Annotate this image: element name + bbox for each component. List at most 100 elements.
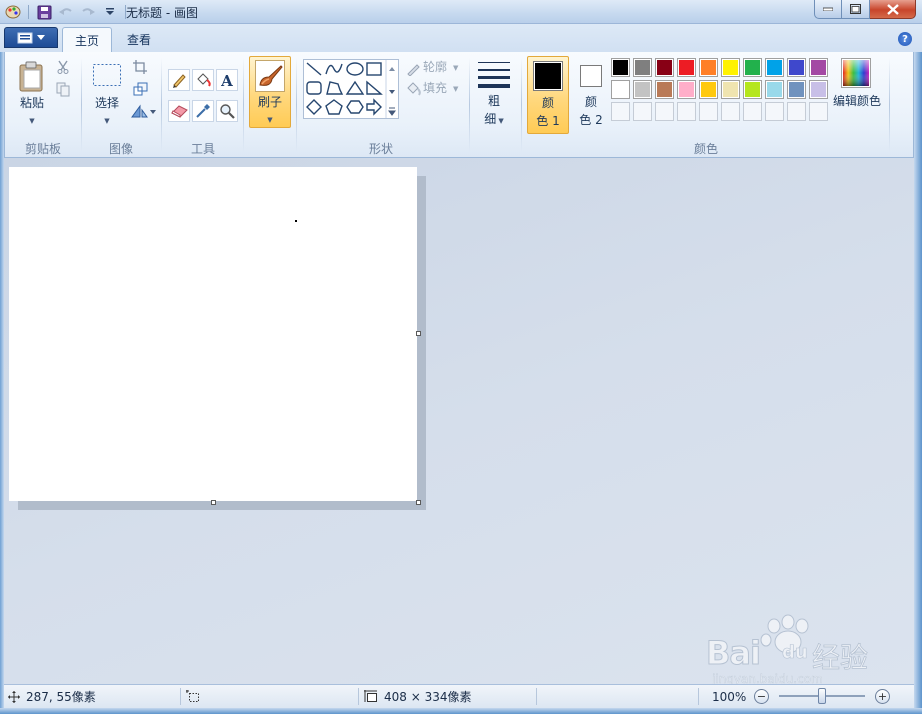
paste-dropdown-arrow[interactable]: ▼ — [15, 113, 49, 130]
palette-swatch-empty[interactable] — [611, 102, 630, 121]
zoom-in-button[interactable]: + — [875, 689, 890, 704]
palette-swatch[interactable] — [765, 80, 784, 99]
text-tool-icon[interactable]: A — [216, 69, 238, 91]
palette-swatch-empty[interactable] — [633, 102, 652, 121]
palette-swatch[interactable] — [721, 58, 740, 77]
paint-menu-icon — [17, 32, 33, 43]
outline-icon[interactable] — [405, 61, 421, 77]
color2-button[interactable]: 颜 色 2 — [571, 56, 613, 134]
svg-text:A: A — [220, 72, 233, 88]
paste-icon[interactable] — [17, 60, 47, 94]
select-button-label[interactable]: 选择 — [89, 95, 125, 112]
palette-swatch[interactable] — [655, 58, 674, 77]
eraser-icon[interactable] — [168, 100, 190, 122]
palette-swatch-empty[interactable] — [743, 102, 762, 121]
fill-button-label[interactable]: 填充 — [423, 80, 447, 97]
rotate-icon[interactable] — [129, 102, 157, 119]
ribbon-home-panel: 粘贴 ▼ 剪贴板 选择 ▼ 图像 A 工具 刷子 ▼ 轮廓 ▼ 填充 ▼ 形状 … — [4, 52, 914, 158]
edit-colors-icon[interactable] — [841, 58, 871, 88]
diamond-shape-icon — [306, 99, 322, 115]
palette-swatch[interactable] — [633, 58, 652, 77]
outline-button-label[interactable]: 轮廓 — [423, 59, 447, 76]
palette-swatch[interactable] — [743, 58, 762, 77]
palette-swatch-empty[interactable] — [809, 102, 828, 121]
tab-home[interactable]: 主页 — [62, 27, 113, 52]
drawing-canvas[interactable] — [9, 167, 417, 501]
fill-bucket-icon[interactable] — [192, 69, 214, 91]
select-dropdown-arrow[interactable]: ▼ — [89, 113, 125, 130]
palette-swatch-empty[interactable] — [655, 102, 674, 121]
copy-icon[interactable] — [55, 81, 71, 97]
palette-swatch[interactable] — [787, 58, 806, 77]
color1-swatch-fill — [535, 63, 561, 89]
crop-icon[interactable] — [131, 58, 149, 75]
resize-icon[interactable] — [131, 80, 149, 97]
palette-swatch[interactable] — [655, 80, 674, 99]
palette-swatch[interactable] — [699, 58, 718, 77]
palette-swatch[interactable] — [633, 80, 652, 99]
zoom-out-button[interactable]: − — [754, 689, 769, 704]
close-button[interactable] — [870, 0, 916, 19]
select-icon[interactable] — [91, 62, 123, 88]
fill-dropdown-arrow[interactable]: ▼ — [453, 81, 458, 98]
redo-icon[interactable] — [79, 3, 97, 21]
help-icon[interactable]: ? — [898, 32, 912, 46]
minimize-button[interactable] — [814, 0, 842, 19]
maximize-button[interactable] — [842, 0, 870, 19]
size-label-text: 细 — [484, 112, 497, 126]
palette-swatch-empty[interactable] — [787, 102, 806, 121]
color1-button[interactable]: 颜 色 1 — [527, 56, 569, 134]
palette-swatch[interactable] — [611, 80, 630, 99]
magnifier-icon[interactable] — [216, 100, 238, 122]
curve-shape-icon — [325, 63, 343, 75]
cut-icon[interactable] — [55, 59, 71, 75]
paste-button-label[interactable]: 粘贴 — [15, 95, 49, 112]
palette-swatch[interactable] — [787, 80, 806, 99]
palette-swatch[interactable] — [809, 58, 828, 77]
fill-icon[interactable] — [405, 81, 421, 97]
hexagon-shape-icon — [346, 100, 364, 114]
ribbon-tab-row: 主页 查看 ? — [0, 24, 922, 52]
edit-colors-label[interactable]: 编辑颜色 — [831, 93, 883, 110]
palette-swatch-empty[interactable] — [765, 102, 784, 121]
customize-qat-dropdown-icon[interactable] — [101, 3, 119, 21]
palette-swatch-empty[interactable] — [721, 102, 740, 121]
size-icon[interactable] — [477, 59, 511, 91]
palette-swatch[interactable] — [743, 80, 762, 99]
palette-swatch[interactable] — [677, 80, 696, 99]
undo-icon[interactable] — [57, 3, 75, 21]
group-label-tools: 工具 — [190, 142, 215, 156]
canvas-resize-handle-corner[interactable] — [416, 500, 421, 505]
palette-swatch-empty[interactable] — [677, 102, 696, 121]
canvas-resize-handle-right[interactable] — [416, 331, 421, 336]
palette-swatch[interactable] — [611, 58, 630, 77]
palette-swatch[interactable] — [677, 58, 696, 77]
color-picker-icon[interactable] — [192, 100, 214, 122]
palette-swatch[interactable] — [809, 80, 828, 99]
palette-swatch[interactable] — [765, 58, 784, 77]
palette-swatch[interactable] — [721, 80, 740, 99]
window-title: 无标题 - 画图 — [126, 6, 198, 20]
size-label-line2[interactable]: 细 ▼ — [477, 111, 511, 130]
outline-dropdown-arrow[interactable]: ▼ — [453, 60, 458, 77]
canvas-size-text: 408 × 334像素 — [384, 690, 472, 704]
zoom-slider-thumb[interactable] — [818, 688, 826, 704]
paint-app-icon[interactable] — [4, 3, 22, 21]
palette-swatch[interactable] — [699, 80, 718, 99]
palette-swatch-empty[interactable] — [699, 102, 718, 121]
status-bar: 287, 55像素 408 × 334像素 100% − + — [4, 684, 914, 708]
cursor-position-icon — [8, 690, 20, 703]
color1-label-line1: 颜 — [541, 96, 554, 110]
tab-view[interactable]: 查看 — [115, 27, 163, 52]
status-divider — [698, 688, 699, 705]
pencil-icon[interactable] — [168, 69, 190, 91]
size-label-line1[interactable]: 粗 — [477, 93, 511, 110]
watermark-brand-du: du — [782, 642, 808, 664]
brushes-button[interactable]: 刷子 ▼ — [249, 56, 291, 128]
save-icon[interactable] — [35, 3, 53, 21]
brush-icon — [255, 60, 285, 92]
paint-menu-button[interactable] — [4, 27, 58, 48]
canvas-resize-handle-bottom[interactable] — [211, 500, 216, 505]
baidu-jingyan-watermark: Baidu du 经验 jingyan.baidu.com — [706, 614, 876, 690]
title-bar[interactable]: 无标题 - 画图 — [0, 0, 922, 24]
